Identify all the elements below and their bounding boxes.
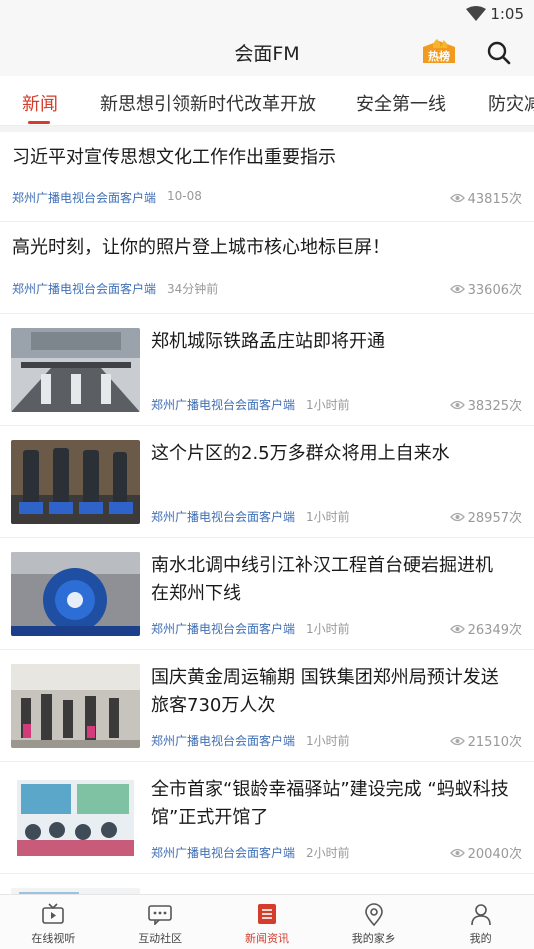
- tab-disaster-prevention[interactable]: 防灾减: [488, 90, 534, 116]
- views-count: 26349次: [467, 623, 522, 638]
- news-time: 1小时前: [306, 734, 350, 748]
- user-icon: [470, 904, 491, 926]
- news-thumbnail: [11, 664, 140, 748]
- news-source: 郑州广播电视台会面客户端: [151, 622, 296, 636]
- news-title-line2: 馆”正式开馆了: [151, 807, 269, 828]
- eye-icon: [449, 736, 465, 745]
- news-source: 郑州广播电视台会面客户端: [12, 282, 157, 296]
- news-views: 38325次: [449, 395, 522, 414]
- news-thumbnail: [11, 440, 140, 524]
- nav-hometown[interactable]: 我的家乡: [320, 895, 427, 949]
- nav-label: 互动社区: [138, 932, 183, 945]
- eye-icon: [449, 848, 465, 857]
- hot-list-icon[interactable]: 热榜: [419, 38, 459, 66]
- news-time: 1小时前: [306, 510, 350, 524]
- news-title-line2: 在郑州下线: [151, 583, 241, 604]
- news-title: 郑机城际铁路孟庄站即将开通: [151, 331, 385, 352]
- news-time: 1小时前: [306, 622, 350, 636]
- nav-label: 我的家乡: [351, 932, 396, 945]
- news-item[interactable]: 国庆黄金周运输期 国铁集团郑州局预计发送 旅客730万人次 郑州广播电视台会面客…: [0, 650, 534, 762]
- nav-label: 新闻资讯: [244, 932, 289, 945]
- hot-badge-label: 热榜: [428, 49, 450, 63]
- nav-online-media[interactable]: 在线视听: [0, 895, 107, 949]
- news-views: 26349次: [449, 619, 522, 638]
- news-title-line2: 旅客730万人次: [151, 695, 276, 716]
- news-title: 南水北调中线引江补汉工程首台硬岩掘进机: [151, 555, 493, 576]
- nav-community[interactable]: 互动社区: [107, 895, 214, 949]
- news-time: 1小时前: [306, 398, 350, 412]
- news-views: 21510次: [449, 731, 522, 750]
- category-tabs: 新闻 新思想引领新时代改革开放 安全第一线 防灾减: [0, 76, 534, 126]
- bottom-nav: 在线视听 互动社区 新闻资讯 我的家乡 我的: [0, 894, 534, 949]
- news-source: 郑州广播电视台会面客户端: [151, 734, 296, 748]
- wifi-icon: [466, 6, 486, 21]
- views-count: 21510次: [467, 735, 522, 750]
- tab-safety[interactable]: 安全第一线: [356, 90, 446, 116]
- news-time: 2小时前: [306, 846, 350, 860]
- nav-label: 我的: [469, 932, 492, 945]
- location-icon: [364, 903, 383, 927]
- eye-icon: [449, 400, 465, 409]
- app-header: 会面FM 热榜: [0, 28, 534, 76]
- news-time: 10-08: [167, 189, 202, 203]
- status-bar: 1:05: [0, 0, 534, 28]
- news-source: 郑州广播电视台会面客户端: [151, 846, 296, 860]
- views-count: 43815次: [467, 192, 522, 207]
- news-item-partial[interactable]: [0, 874, 534, 894]
- news-views: 43815次: [449, 188, 522, 207]
- nav-label: 在线视听: [31, 932, 76, 945]
- news-item[interactable]: 郑机城际铁路孟庄站即将开通 郑州广播电视台会面客户端 1小时前 38325次: [0, 314, 534, 426]
- news-views: 20040次: [449, 843, 522, 862]
- news-item[interactable]: 全市首家“银龄幸福驿站”建设完成 “蚂蚁科技 馆”正式开馆了 郑州广播电视台会面…: [0, 762, 534, 874]
- news-views: 33606次: [449, 279, 522, 298]
- news-item[interactable]: 高光时刻，让你的照片登上城市核心地标巨屏！ 郑州广播电视台会面客户端 34分钟前…: [0, 222, 534, 314]
- eye-icon: [449, 624, 465, 633]
- news-item[interactable]: 这个片区的2.5万多群众将用上自来水 郑州广播电视台会面客户端 1小时前 289…: [0, 426, 534, 538]
- clock: 1:05: [490, 5, 524, 23]
- news-thumbnail: [11, 328, 140, 412]
- news-item[interactable]: 南水北调中线引江补汉工程首台硬岩掘进机 在郑州下线 郑州广播电视台会面客户端 1…: [0, 538, 534, 650]
- news-item[interactable]: 习近平对宣传思想文化工作作出重要指示 郑州广播电视台会面客户端 10-08 43…: [0, 132, 534, 222]
- news-source: 郑州广播电视台会面客户端: [151, 398, 296, 412]
- views-count: 28957次: [467, 511, 522, 526]
- tv-icon: [42, 903, 65, 924]
- eye-icon: [449, 284, 465, 293]
- news-time: 34分钟前: [167, 282, 219, 296]
- news-title: 国庆黄金周运输期 国铁集团郑州局预计发送: [151, 667, 499, 688]
- news-title: 全市首家“银龄幸福驿站”建设完成 “蚂蚁科技: [151, 779, 509, 800]
- news-feed[interactable]: 习近平对宣传思想文化工作作出重要指示 郑州广播电视台会面客户端 10-08 43…: [0, 132, 534, 894]
- search-icon[interactable]: [485, 39, 513, 67]
- news-source: 郑州广播电视台会面客户端: [12, 191, 157, 205]
- news-title: 这个片区的2.5万多群众将用上自来水: [151, 443, 450, 464]
- tab-news[interactable]: 新闻: [22, 90, 58, 116]
- eye-icon: [449, 512, 465, 521]
- views-count: 38325次: [467, 399, 522, 414]
- news-title: 高光时刻，让你的照片登上城市核心地标巨屏！: [12, 237, 390, 258]
- news-thumbnail: [11, 552, 140, 636]
- news-source: 郑州广播电视台会面客户端: [151, 510, 296, 524]
- active-tab-indicator: [28, 121, 50, 124]
- nav-profile[interactable]: 我的: [427, 895, 534, 949]
- chat-icon: [148, 905, 172, 925]
- news-icon: [257, 904, 276, 924]
- views-count: 20040次: [467, 847, 522, 862]
- tab-new-thought[interactable]: 新思想引领新时代改革开放: [100, 90, 316, 116]
- views-count: 33606次: [467, 283, 522, 298]
- eye-icon: [449, 193, 465, 202]
- news-title: 习近平对宣传思想文化工作作出重要指示: [12, 147, 336, 168]
- news-thumbnail: [11, 776, 140, 860]
- nav-news[interactable]: 新闻资讯: [214, 895, 321, 949]
- news-views: 28957次: [449, 507, 522, 526]
